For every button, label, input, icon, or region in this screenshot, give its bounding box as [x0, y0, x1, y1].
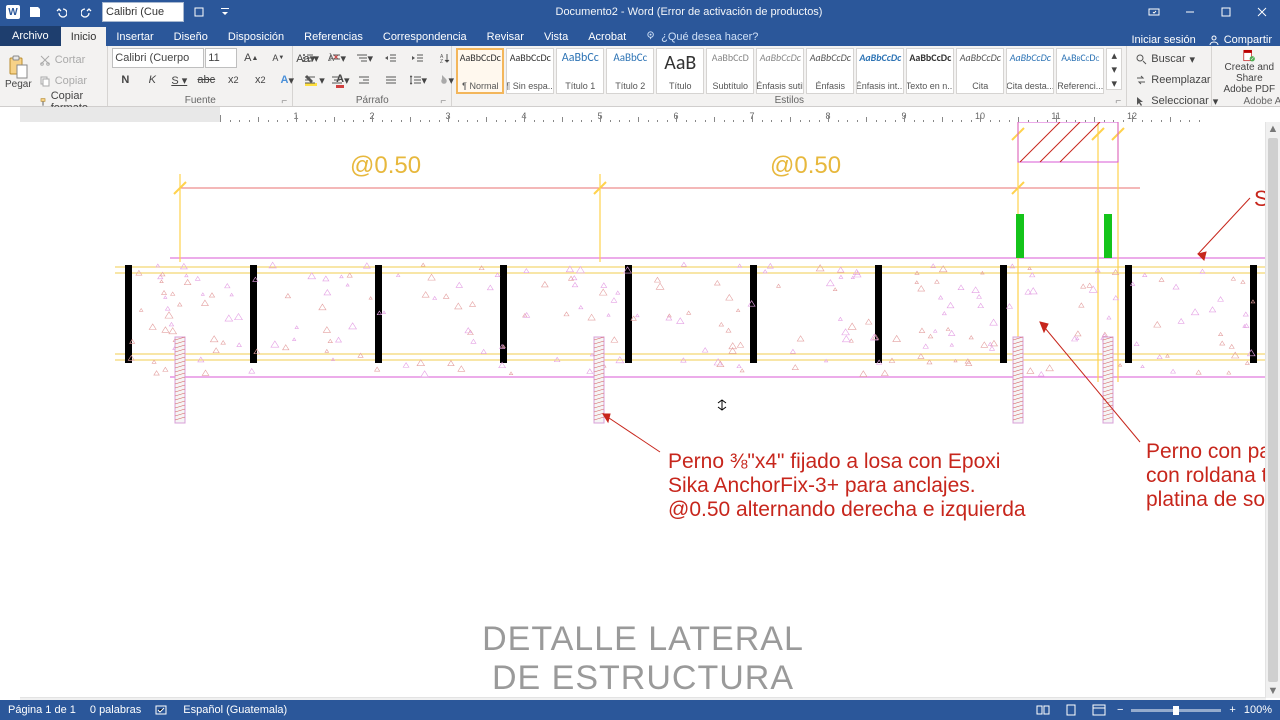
window-title: Documento2 - Word (Error de activación d… — [242, 6, 1136, 18]
align-right-icon[interactable] — [351, 70, 377, 90]
bold-icon[interactable]: N — [112, 70, 138, 90]
paste-button[interactable]: Pegar — [4, 48, 33, 96]
style-t-tulo[interactable]: AaBTítulo — [656, 48, 704, 94]
style-t-tulo-2[interactable]: AaBbCcTítulo 2 — [606, 48, 654, 94]
qat-touch-mode-icon[interactable] — [188, 2, 210, 22]
zoom-level[interactable]: 100% — [1244, 704, 1272, 716]
tab-referencias[interactable]: Referencias — [294, 27, 373, 46]
font-size-combo[interactable]: 11 — [205, 48, 237, 68]
style--sin-espa-[interactable]: AaBbCcDc¶ Sin espa... — [506, 48, 554, 94]
subscript-icon[interactable]: x2 — [220, 70, 246, 90]
maximize-icon[interactable] — [1208, 0, 1244, 24]
tab-insertar[interactable]: Insertar — [106, 27, 163, 46]
style-cita[interactable]: AaBbCcDcCita — [956, 48, 1004, 94]
superscript-icon[interactable]: x2 — [247, 70, 273, 90]
strikethrough-icon[interactable]: abc — [193, 70, 219, 90]
group-estilos-label: Estilos — [775, 95, 804, 106]
grow-font-icon[interactable]: A▲ — [238, 48, 264, 68]
bullets-icon[interactable]: ▾ — [297, 48, 323, 68]
embedded-drawing: @0.50 @0.50 S Perno ⅜"x4" fijado a losa … — [20, 122, 1266, 698]
print-layout-icon[interactable] — [1061, 702, 1081, 718]
read-mode-icon[interactable] — [1033, 702, 1053, 718]
status-word-count[interactable]: 0 palabras — [90, 704, 141, 716]
style-cita-desta-[interactable]: AaBbCcDcCita desta... — [1006, 48, 1054, 94]
tab-inicio[interactable]: Inicio — [61, 27, 107, 46]
document-canvas[interactable]: @0.50 @0.50 S Perno ⅜"x4" fijado a losa … — [20, 122, 1266, 698]
zoom-slider[interactable] — [1131, 709, 1221, 712]
underline-icon[interactable]: S ▾ — [166, 70, 192, 90]
style-texto-en-n-[interactable]: AaBbCcDcTexto en n... — [906, 48, 954, 94]
italic-icon[interactable]: K — [139, 70, 165, 90]
tab-diseno[interactable]: Diseño — [164, 27, 218, 46]
increase-indent-icon[interactable] — [405, 48, 431, 68]
tab-vista[interactable]: Vista — [534, 27, 578, 46]
drawing-title: DETALLE LATERAL DE ESTRUCTURA — [20, 620, 1266, 698]
font-name-combo[interactable]: Calibri (Cuerpo — [112, 48, 204, 68]
status-page[interactable]: Página 1 de 1 — [8, 704, 76, 716]
qat-undo-icon[interactable] — [50, 2, 72, 22]
copy-button[interactable]: Copiar — [35, 71, 104, 91]
callout-text: Perno con pa con roldana t platina de so — [1146, 440, 1266, 512]
group-adobe-label: Adobe Acrobat — [1243, 96, 1280, 107]
replace-button[interactable]: Reemplazar — [1131, 70, 1222, 90]
decrease-indent-icon[interactable] — [378, 48, 404, 68]
multilevel-list-icon[interactable]: ▾ — [351, 48, 377, 68]
minimize-icon[interactable] — [1172, 0, 1208, 24]
zoom-in-icon[interactable]: + — [1229, 704, 1235, 716]
find-button[interactable]: Buscar ▾ — [1131, 49, 1222, 69]
zoom-out-icon[interactable]: − — [1117, 704, 1123, 716]
tab-acrobat[interactable]: Acrobat — [578, 27, 636, 46]
style--nfasis[interactable]: AaBbCcDcÉnfasis — [806, 48, 854, 94]
paste-label: Pegar — [5, 79, 32, 90]
style--nfasis-sutil[interactable]: AaBbCcDcÉnfasis sutil — [756, 48, 804, 94]
styles-more-icon[interactable]: ▴▾▾ — [1106, 48, 1122, 90]
dimension-text: @0.50 — [770, 152, 841, 180]
svg-text:2: 2 — [329, 57, 332, 63]
dialog-launcher-icon[interactable]: ⌐ — [1113, 96, 1123, 106]
align-center-icon[interactable] — [324, 70, 350, 90]
align-left-icon[interactable] — [297, 70, 323, 90]
qat-save-icon[interactable] — [24, 2, 46, 22]
text-cursor-icon — [715, 398, 729, 412]
dialog-launcher-icon[interactable]: ⌐ — [279, 96, 289, 106]
group-parrafo-label: Párrafo — [356, 95, 389, 106]
status-language[interactable]: Español (Guatemala) — [183, 704, 287, 716]
web-layout-icon[interactable] — [1089, 702, 1109, 718]
numbering-icon[interactable]: 12▾ — [324, 48, 350, 68]
scroll-thumb[interactable] — [1268, 138, 1278, 682]
dimension-text: @0.50 — [350, 152, 421, 180]
style-subt-tulo[interactable]: AaBbCcDSubtítulo — [706, 48, 754, 94]
cut-button[interactable]: Cortar — [35, 50, 104, 70]
sign-in-link[interactable]: Iniciar sesión — [1132, 34, 1196, 46]
style--normal[interactable]: AaBbCcDc¶ Normal — [456, 48, 504, 94]
scroll-up-icon[interactable]: ▲ — [1266, 122, 1280, 136]
word-icon: W — [6, 5, 20, 19]
shrink-font-icon[interactable]: A▼ — [265, 48, 291, 68]
qat-customize-icon[interactable] — [214, 2, 236, 22]
ribbon-options-icon[interactable] — [1136, 0, 1172, 24]
callout-text: Perno ⅜"x4" fijado a losa con Epoxi Sika… — [668, 450, 1026, 522]
qat-font-combo[interactable]: Calibri (Cue — [102, 2, 184, 22]
style--nfasis-int-[interactable]: AaBbCcDcÉnfasis int... — [856, 48, 904, 94]
line-spacing-icon[interactable]: ▾ — [405, 70, 431, 90]
share-button[interactable]: Compartir — [1208, 34, 1272, 46]
vertical-ruler[interactable] — [0, 122, 21, 698]
spellcheck-icon[interactable] — [155, 704, 169, 716]
style-referenci-[interactable]: AaBbCcDcReferenci... — [1056, 48, 1104, 94]
tab-correspondencia[interactable]: Correspondencia — [373, 27, 477, 46]
vertical-scrollbar[interactable]: ▲ ▼ — [1265, 122, 1280, 698]
scroll-down-icon[interactable]: ▼ — [1266, 684, 1280, 698]
tab-revisar[interactable]: Revisar — [477, 27, 534, 46]
close-icon[interactable] — [1244, 0, 1280, 24]
style-t-tulo-1[interactable]: AaBbCcTítulo 1 — [556, 48, 604, 94]
group-fuente-label: Fuente — [185, 95, 216, 106]
qat-redo-icon[interactable] — [76, 2, 98, 22]
tab-disposicion[interactable]: Disposición — [218, 27, 294, 46]
tab-archivo[interactable]: Archivo — [0, 26, 61, 46]
create-share-pdf-button[interactable]: Create and Share Adobe PDF — [1216, 48, 1280, 96]
dialog-launcher-icon[interactable]: ⌐ — [438, 96, 448, 106]
tell-me-input[interactable]: ¿Qué desea hacer? — [636, 26, 768, 46]
svg-text:Z: Z — [440, 59, 443, 63]
justify-icon[interactable] — [378, 70, 404, 90]
